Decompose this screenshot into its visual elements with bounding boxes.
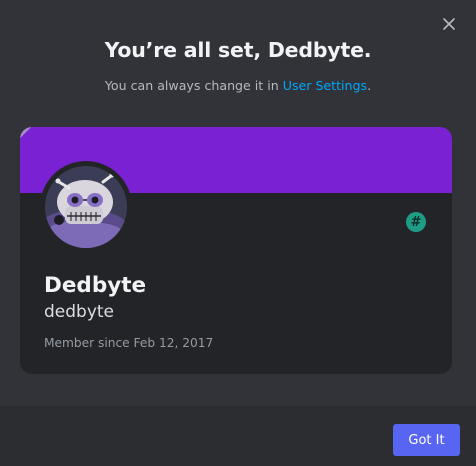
subtitle-period: .: [367, 78, 372, 93]
banner-corner-fold: [20, 127, 34, 141]
close-icon: [443, 18, 455, 30]
member-since: Member since Feb 12, 2017: [44, 336, 214, 350]
username: dedbyte: [44, 302, 115, 322]
display-name: Dedbyte: [44, 273, 147, 298]
profile-card: # Dedbyte dedbyte Member since Feb 12, 2…: [20, 127, 452, 374]
modal-subtitle: You can always change it in User Setting…: [0, 78, 476, 93]
modal-title: You’re all set, Dedbyte.: [104, 38, 372, 62]
subtitle-text: You can always change it in: [104, 78, 283, 93]
profile-complete-modal: You’re all set, Dedbyte. You can always …: [0, 0, 476, 466]
avatar: [45, 166, 127, 248]
hashtag-icon: #: [410, 214, 422, 230]
avatar-ring: [40, 161, 132, 253]
close-button[interactable]: [439, 14, 459, 34]
got-it-button[interactable]: Got It: [393, 424, 460, 456]
user-settings-link[interactable]: User Settings: [283, 78, 367, 93]
skull-avatar-icon: [45, 166, 127, 248]
hashtag-badge[interactable]: #: [406, 212, 426, 232]
